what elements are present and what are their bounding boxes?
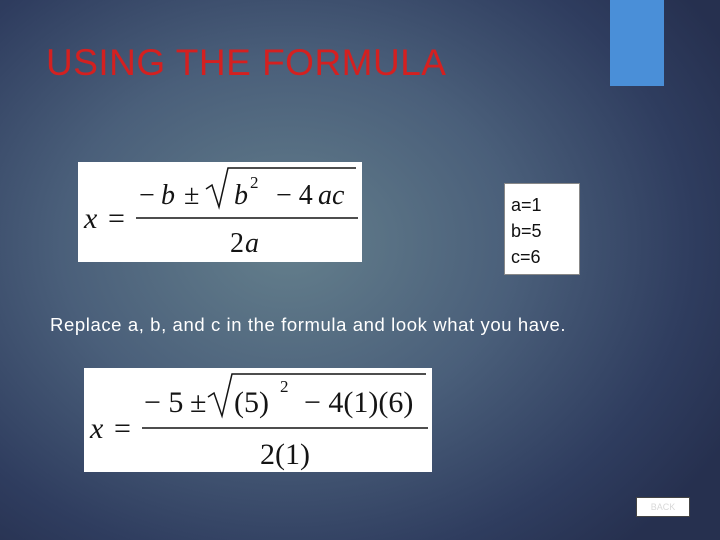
- formula-den-a: a: [245, 228, 259, 259]
- formula-exponent: 2: [250, 173, 259, 192]
- substituted-neg-five: − 5: [144, 386, 183, 419]
- quadratic-formula-substituted: x = − 5 ± (5) 2 − 4(1)(6) 2(1): [84, 368, 432, 472]
- substituted-radicand-left: (5): [234, 386, 269, 419]
- back-button[interactable]: BACK: [636, 497, 690, 517]
- substituted-lhs-x: x: [89, 412, 104, 445]
- coefficient-values-box: a=1 b=5 c=6: [504, 183, 580, 275]
- quadratic-formula-general: x = − b ± b 2 − 4 ac 2 a: [78, 162, 362, 262]
- formula-minus-four: − 4: [276, 180, 313, 211]
- value-c: c=6: [511, 247, 541, 267]
- formula-plus-minus: ±: [184, 180, 199, 211]
- substituted-equals: =: [114, 412, 131, 445]
- formula-radicand-b: b: [234, 180, 248, 211]
- substituted-denominator: 2(1): [260, 438, 310, 471]
- slide-title: USING THE FORMULA: [46, 42, 447, 83]
- value-a: a=1: [511, 195, 542, 215]
- value-b: b=5: [511, 221, 542, 241]
- instruction-text: Replace a, b, and c in the formula and l…: [50, 314, 567, 335]
- accent-bar: [610, 0, 664, 86]
- formula-neg-sign: −: [139, 180, 155, 211]
- formula-b: b: [161, 180, 175, 211]
- formula-ac: ac: [318, 180, 345, 211]
- formula-den-two: 2: [230, 228, 244, 259]
- substituted-radicand-right: − 4(1)(6): [304, 386, 413, 419]
- formula-equals: =: [108, 202, 125, 235]
- formula-lhs-x: x: [83, 202, 98, 235]
- substituted-exponent: 2: [280, 377, 289, 396]
- substituted-plus-minus: ±: [190, 386, 206, 419]
